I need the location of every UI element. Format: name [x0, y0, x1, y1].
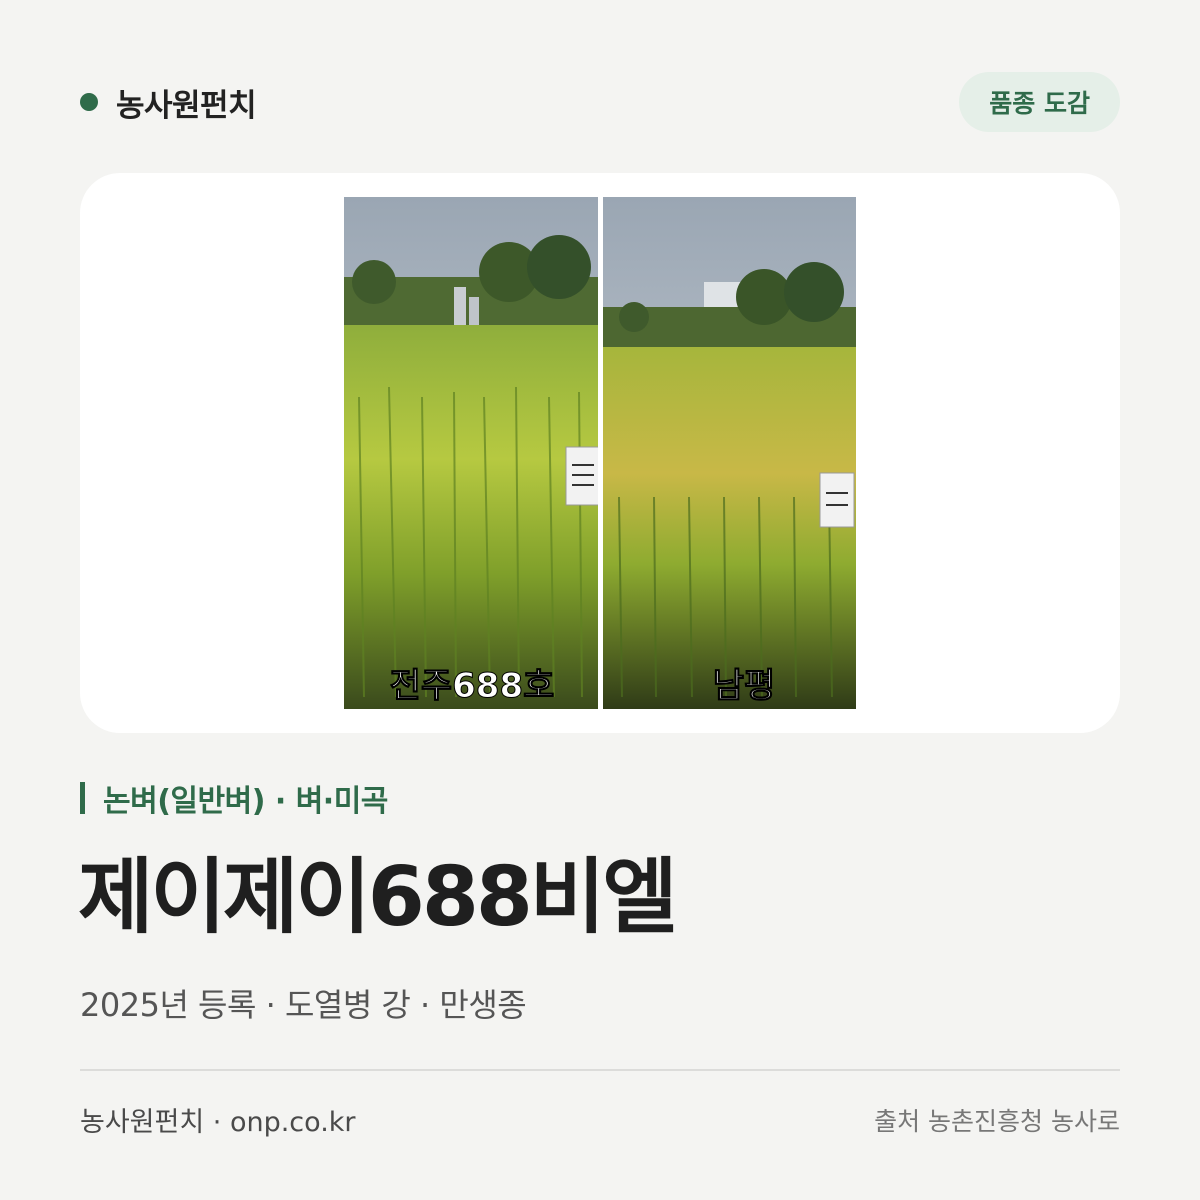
left-photo-panel: 전주688호 [344, 197, 603, 709]
right-variety-label: 남평 [713, 666, 776, 706]
left-variety-label: 전주688호 [390, 666, 555, 706]
footer-source: 출처 농촌진흥청 농사로 [874, 1107, 1120, 1136]
brand-dot-icon [80, 93, 98, 111]
category-bar [80, 782, 85, 814]
header: 농사원펀치 품종 도감 [80, 72, 1120, 132]
rice-comparison-photo: 전주688호 남평 [344, 197, 856, 709]
category-badge[interactable]: 품종 도감 [959, 72, 1120, 132]
photo-card: 전주688호 남평 [80, 173, 1120, 733]
brand[interactable]: 농사원펀치 [80, 80, 257, 125]
variety-meta: 2025년 등록 · 도열병 강 · 만생종 [80, 986, 527, 1024]
footer-site[interactable]: 농사원펀치 · onp.co.kr [80, 1100, 356, 1139]
category-text: 논벼(일반벼) · 벼·미곡 [103, 784, 388, 819]
right-photo-panel: 남평 [603, 197, 856, 709]
divider [80, 1069, 1120, 1071]
category-line: 논벼(일반벼) · 벼·미곡 [80, 778, 388, 819]
brand-name: 농사원펀치 [116, 87, 257, 124]
variety-name: 제이제이688비엘 [78, 850, 678, 945]
